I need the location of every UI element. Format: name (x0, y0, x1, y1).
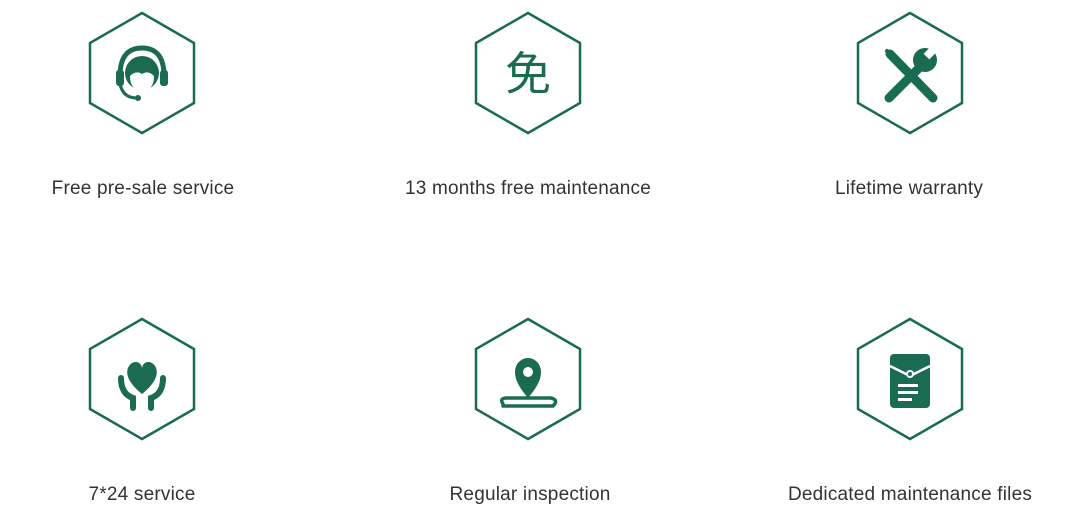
feature-label: 7*24 service (88, 484, 196, 505)
free-glyph: 免 (505, 47, 551, 101)
feature-label: Regular inspection (449, 484, 611, 505)
file-folder-icon (855, 316, 965, 442)
location-pin-route-icon (473, 316, 583, 442)
feature-label: Lifetime warranty (834, 178, 984, 199)
heart-hands-icon (87, 316, 197, 442)
free-character-icon: 免 (473, 10, 583, 136)
wrench-screwdriver-icon (855, 10, 965, 136)
headset-support-icon (87, 10, 197, 136)
feature-label: 13 months free maintenance (404, 178, 651, 199)
feature-label: Dedicated maintenance files (787, 484, 1033, 505)
feature-label: Free pre-sale service (51, 178, 235, 199)
